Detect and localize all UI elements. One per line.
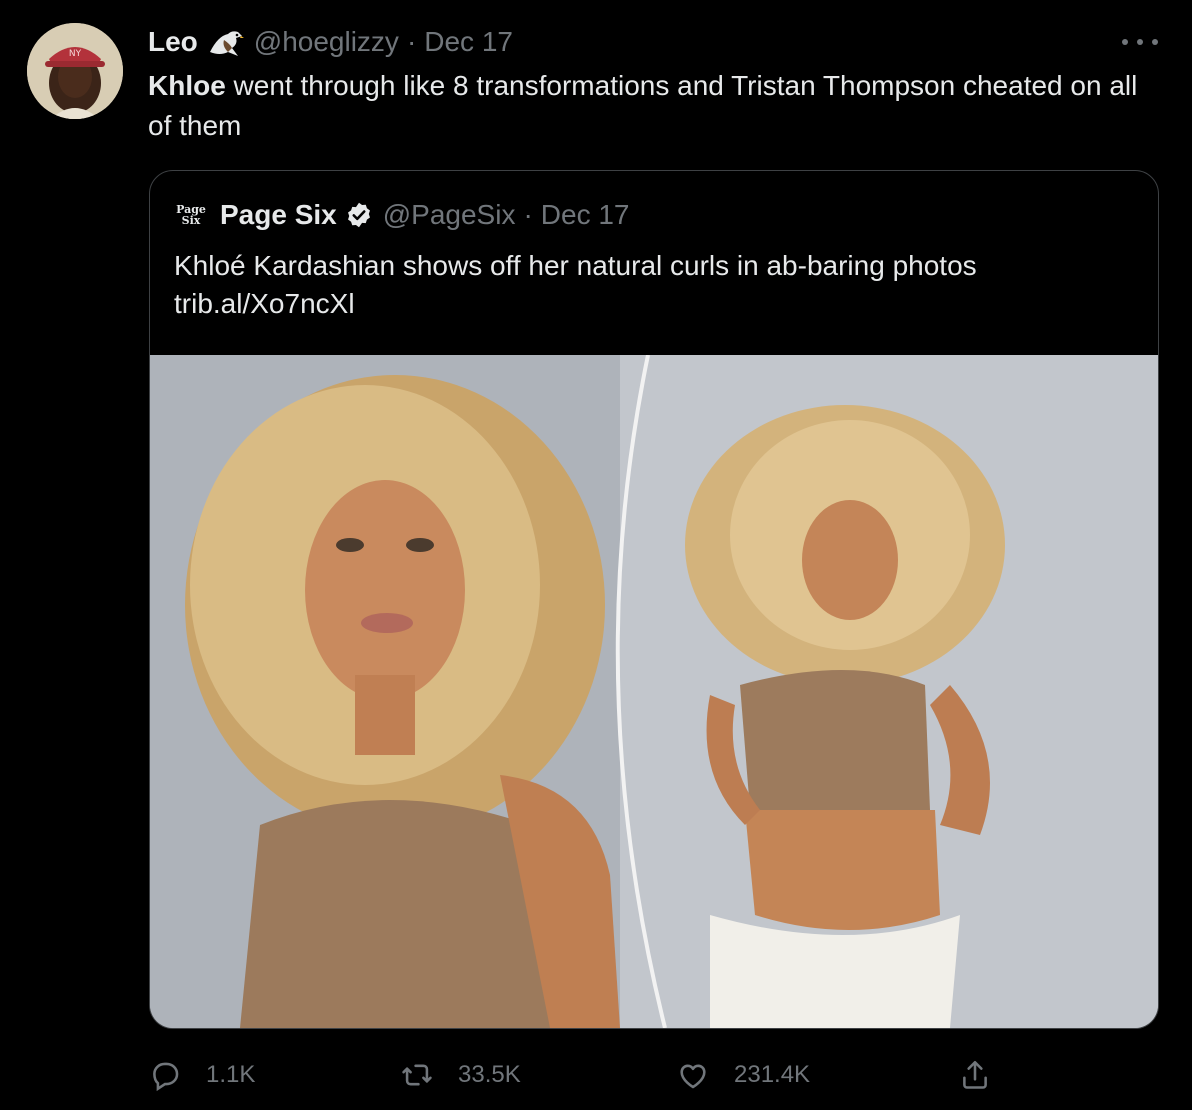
like-icon (680, 1064, 706, 1089)
quoted-author-handle[interactable]: @PageSix (383, 199, 516, 231)
retweet-button[interactable]: 33.5K (400, 1052, 521, 1098)
separator-dot: · (406, 26, 417, 57)
more-icon[interactable] (1122, 30, 1158, 54)
quoted-author-name[interactable]: Page Six (220, 199, 337, 231)
author-name[interactable]: Leo (148, 26, 198, 58)
pagesix-logo: Page Six (176, 202, 206, 228)
quoted-tweet-header: Page Six Page Six @PageSix · Dec 17 (176, 197, 630, 233)
quoted-tweet[interactable]: Page Six Page Six @PageSix · Dec 17 Khlo… (149, 170, 1159, 1029)
tweet-header: Leo @hoeglizzy · Dec 17 (148, 24, 513, 60)
like-button[interactable]: 231.4K (676, 1052, 810, 1098)
retweet-icon (402, 1064, 432, 1086)
eagle-icon (208, 26, 244, 58)
quoted-headline: Khloé Kardashian shows off her natural c… (174, 250, 977, 281)
quoted-tweet-text: Khloé Kardashian shows off her natural c… (174, 247, 1134, 323)
author-handle[interactable]: @hoeglizzy (254, 26, 399, 58)
reply-button[interactable]: 1.1K (148, 1052, 255, 1098)
share-button[interactable] (958, 1052, 1016, 1098)
quoted-media-image[interactable] (150, 355, 1158, 1028)
tweet-actions: 1.1K 33.5K 231.4K (148, 1052, 1158, 1098)
tweet-text-rest: went through like 8 transformations and … (148, 70, 1138, 141)
share-icon (963, 1060, 987, 1089)
quoted-separator-dot: · (523, 199, 533, 230)
svg-text:NY: NY (69, 49, 82, 59)
quoted-link[interactable]: trib.al/Xo7ncXl (174, 285, 1134, 323)
like-count: 231.4K (734, 1061, 811, 1088)
verified-icon (347, 202, 370, 228)
pagesix-logo-line2: Six (181, 214, 201, 227)
reply-count: 1.1K (206, 1061, 256, 1088)
tweet-text-bold: Khloe (148, 70, 226, 101)
retweet-count: 33.5K (458, 1061, 521, 1088)
tweet-text: Khloe went through like 8 transformation… (148, 66, 1158, 146)
avatar[interactable]: NY (27, 23, 123, 119)
quoted-tweet-date[interactable]: Dec 17 (541, 199, 630, 231)
tweet-date[interactable]: Dec 17 (424, 26, 513, 58)
reply-icon (153, 1062, 179, 1092)
